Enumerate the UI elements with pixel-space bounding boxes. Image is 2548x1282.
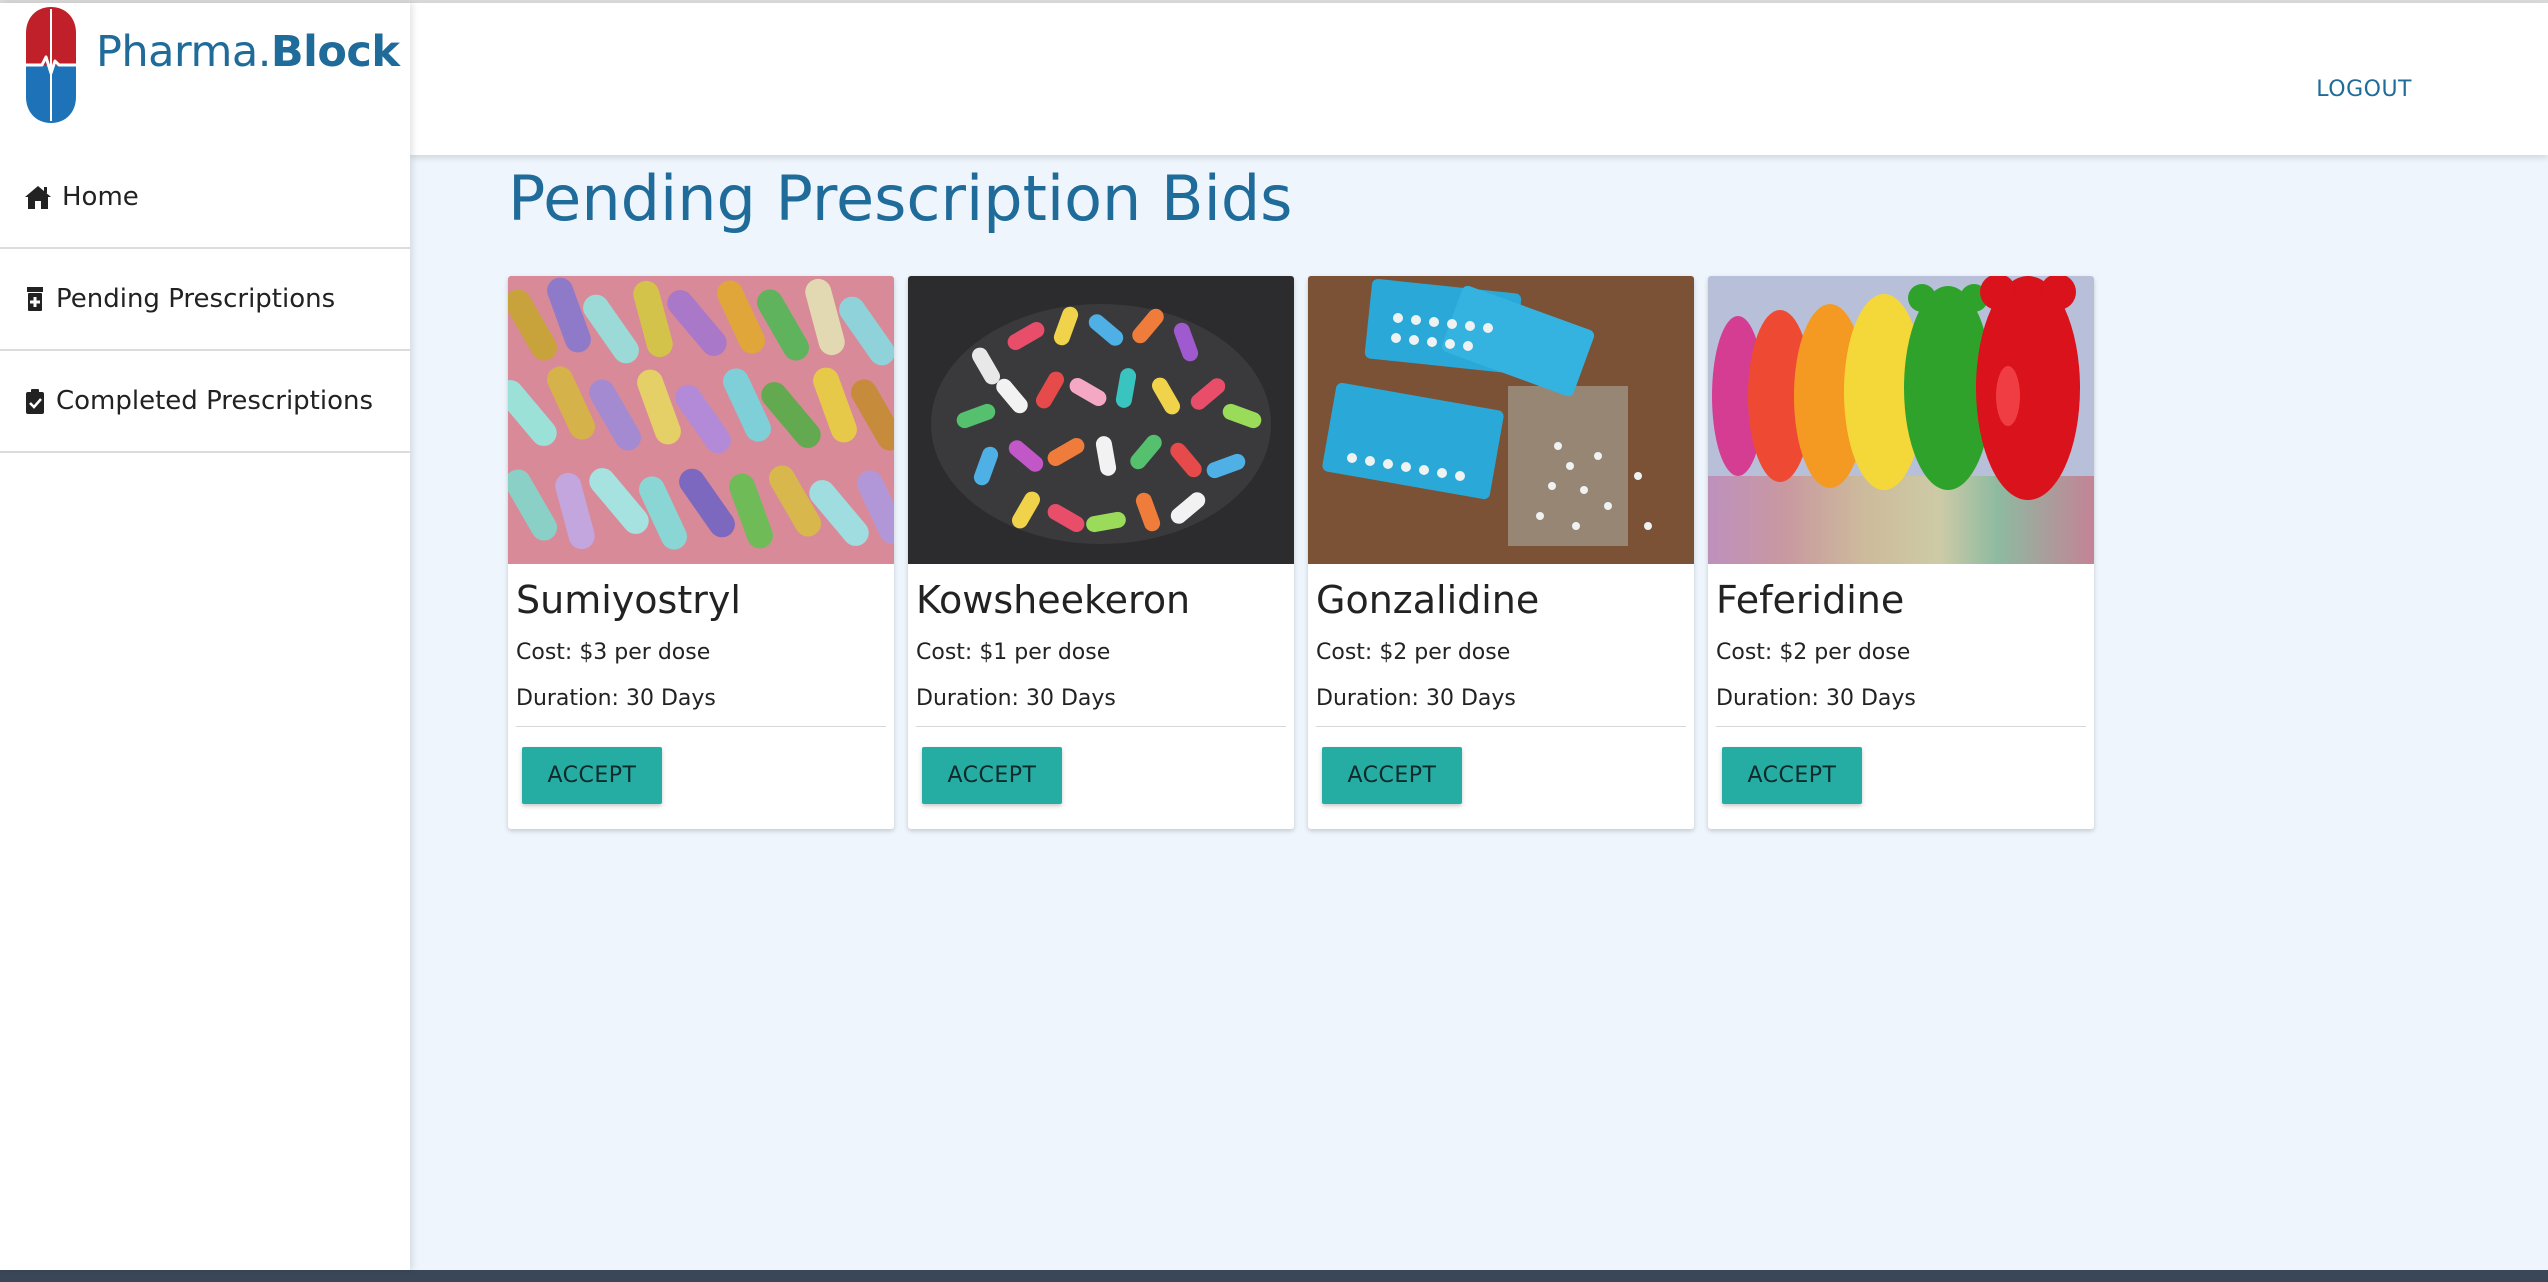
drug-cost: Cost: $3 per dose	[516, 640, 711, 665]
accept-button[interactable]: ACCEPT	[922, 747, 1062, 804]
accept-button[interactable]: ACCEPT	[1322, 747, 1462, 804]
drug-duration: Duration: 30 Days	[1716, 686, 1916, 711]
drug-name: Sumiyostryl	[516, 578, 741, 622]
sidebar-item-label: Pending Prescriptions	[56, 284, 336, 314]
sidebar-item-completed-prescriptions[interactable]: Completed Prescriptions	[0, 351, 410, 453]
logout-link[interactable]: LOGOUT	[2316, 77, 2412, 102]
accept-button[interactable]: ACCEPT	[522, 747, 662, 804]
pill-bottle-icon	[27, 287, 43, 311]
card-divider	[1316, 726, 1686, 727]
prescription-card: Feferidine Cost: $2 per dose Duration: 3…	[1708, 276, 2094, 829]
clipboard-check-icon	[26, 389, 44, 414]
pill-logo-icon	[26, 7, 76, 123]
top-bar: LOGOUT	[410, 3, 2548, 155]
accept-button[interactable]: ACCEPT	[1722, 747, 1862, 804]
sidebar-item-home[interactable]: Home	[0, 147, 410, 249]
drug-name: Feferidine	[1716, 578, 1905, 622]
card-divider	[1716, 726, 2086, 727]
brand-name: Pharma.Block	[96, 27, 400, 77]
drug-cost: Cost: $2 per dose	[1316, 640, 1511, 665]
card-divider	[516, 726, 886, 727]
drug-cost: Cost: $1 per dose	[916, 640, 1111, 665]
prescription-card: Kowsheekeron Cost: $1 per dose Duration:…	[908, 276, 1294, 829]
prescription-card: Sumiyostryl Cost: $3 per dose Duration: …	[508, 276, 894, 829]
drug-duration: Duration: 30 Days	[1316, 686, 1516, 711]
drug-duration: Duration: 30 Days	[516, 686, 716, 711]
colorful-capsules-photo	[908, 276, 1294, 564]
gummy-bears-photo	[1708, 276, 2094, 564]
drug-name: Gonzalidine	[1316, 578, 1540, 622]
card-body: Kowsheekeron Cost: $1 per dose Duration:…	[908, 564, 1294, 804]
home-icon	[25, 186, 51, 209]
prescription-card: Gonzalidine Cost: $2 per dose Duration: …	[1308, 276, 1694, 829]
sidebar-nav: Home Pending Prescriptions Completed Pre…	[0, 147, 410, 453]
card-body: Sumiyostryl Cost: $3 per dose Duration: …	[508, 564, 894, 804]
page-title: Pending Prescription Bids	[508, 162, 1293, 235]
sidebar-item-label: Completed Prescriptions	[56, 386, 374, 416]
sidebar-item-label: Home	[62, 182, 139, 212]
drug-cost: Cost: $2 per dose	[1716, 640, 1911, 665]
sidebar: Pharma.Block Home Pending Prescriptions	[0, 3, 410, 1270]
brand[interactable]: Pharma.Block	[22, 5, 402, 127]
card-divider	[916, 726, 1286, 727]
window-bottom-edge	[0, 1270, 2548, 1282]
blister-packs-photo	[1308, 276, 1694, 564]
sidebar-item-pending-prescriptions[interactable]: Pending Prescriptions	[0, 249, 410, 351]
prescription-bid-cards: Sumiyostryl Cost: $3 per dose Duration: …	[508, 276, 2094, 829]
card-body: Gonzalidine Cost: $2 per dose Duration: …	[1308, 564, 1694, 804]
glitter-capsules-photo	[508, 276, 894, 564]
drug-duration: Duration: 30 Days	[916, 686, 1116, 711]
card-body: Feferidine Cost: $2 per dose Duration: 3…	[1708, 564, 2094, 804]
drug-name: Kowsheekeron	[916, 578, 1191, 622]
